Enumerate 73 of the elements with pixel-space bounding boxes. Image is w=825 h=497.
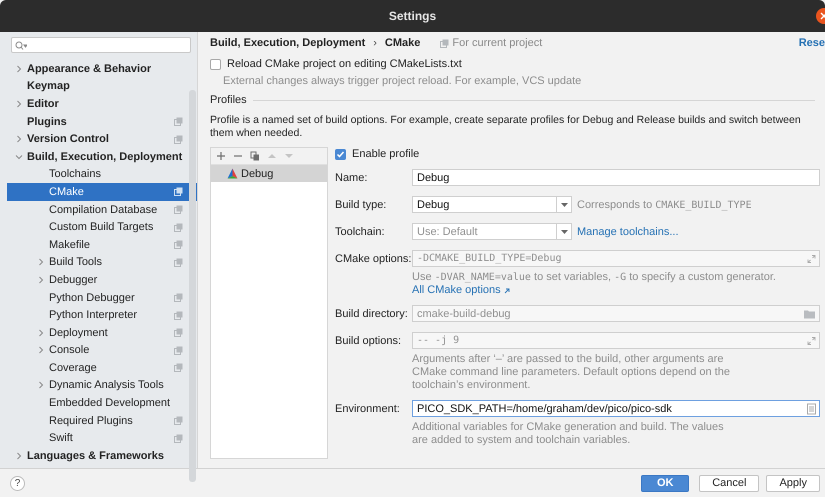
checkbox-label: Reload CMake project on editing CMakeLists.txt [227, 58, 462, 70]
dialog-button[interactable]: OK [641, 474, 690, 492]
hint-text: Additional variables for CMake generation and build. The values are added to system and toolchain variables. [412, 421, 725, 447]
scrollbar[interactable] [189, 90, 196, 482]
description-text: Profile is a named set of build options. For example, create separate profiles for Debug and Release builds and switch between them when needed. [210, 114, 802, 140]
field-label: Build type: [335, 198, 388, 210]
sidebar-item[interactable]: Dynamic Analysis Tools [7, 376, 197, 394]
dialog-button[interactable]: Apply [766, 474, 820, 492]
sidebar-item[interactable]: Languages & Frameworks [7, 447, 197, 465]
sidebar-item[interactable]: Editor [7, 95, 197, 113]
input-field[interactable]: cmake-build-debug [412, 305, 820, 322]
triangle-icon [227, 168, 238, 179]
window-title: Settings [388, 9, 436, 23]
input-field[interactable]: PICO_SDK_PATH=/home/graham/dev/pico/pico-sdk [412, 400, 820, 417]
sidebar-item[interactable]: Plugins [7, 112, 197, 130]
hint-text: External changes always trigger project reload. For example, VCS update [223, 75, 582, 87]
document-icon [807, 403, 816, 414]
sidebar-item[interactable]: Python Debugger [7, 288, 197, 306]
section-title: Profiles [210, 94, 247, 106]
field-label: Build options: [335, 334, 402, 346]
search-field[interactable] [11, 37, 191, 53]
sidebar-item[interactable]: Embedded Development [7, 394, 197, 412]
sidebar-item[interactable]: Swift [7, 429, 197, 448]
breadcrumb: CMake [384, 37, 420, 49]
sidebar-item[interactable]: Appearance & Behavior [7, 60, 197, 78]
field-label: CMake options: [335, 252, 412, 264]
dropdown-arrow-icon [560, 230, 568, 234]
breadcrumb: Build, Execution, Deployment [210, 37, 366, 49]
external-link-icon [504, 288, 510, 294]
checkbox-label: Enable profile [352, 148, 420, 160]
copy-icon[interactable] [250, 151, 260, 161]
help-button[interactable]: ? [10, 476, 25, 490]
field-label: Name: [335, 172, 368, 184]
breadcrumb-separator: › [373, 37, 377, 49]
expand-icon [807, 336, 816, 345]
reset-link[interactable]: Rese [798, 37, 825, 49]
dropdown-arrow-icon [560, 202, 568, 206]
project-icon [440, 38, 450, 48]
field-label: Environment: [335, 402, 401, 414]
dropdown[interactable]: Debug [412, 196, 572, 213]
sidebar-item[interactable]: Deployment [7, 324, 197, 342]
sidebar-item[interactable]: CMake [7, 183, 197, 201]
checkbox[interactable] [335, 148, 346, 160]
input-field[interactable]: -- -j 9 [412, 332, 820, 349]
profile-item[interactable]: Debug [211, 165, 327, 182]
checkbox[interactable] [210, 58, 221, 70]
sidebar-item[interactable]: Required Plugins [7, 412, 197, 430]
sidebar-item[interactable]: Compilation Database [7, 200, 197, 218]
scope-label: For current project [452, 37, 542, 49]
manage-toolchains-link[interactable]: Manage toolchains... [577, 226, 679, 238]
expand-icon [807, 254, 816, 263]
plus-icon[interactable] [216, 151, 226, 161]
sidebar-item[interactable]: Keymap [7, 78, 197, 96]
dialog-button[interactable]: Cancel [699, 474, 760, 492]
field-note: Corresponds to CMAKE_BUILD_TYPE [577, 198, 752, 210]
sidebar-item[interactable]: Custom Build Targets [7, 218, 197, 236]
field-label: Build directory: [335, 308, 409, 320]
sidebar-item[interactable]: Coverage [7, 359, 197, 377]
search-icon [15, 40, 27, 50]
cmake-options-link[interactable]: All CMake options [412, 284, 501, 297]
field-label: Toolchain: [335, 226, 386, 238]
sidebar-item[interactable]: Python Interpreter [7, 306, 197, 324]
input-field[interactable]: -DCMAKE_BUILD_TYPE=Debug [412, 250, 820, 267]
sidebar-item[interactable]: Version Control [7, 130, 197, 148]
sidebar-item[interactable]: Debugger [7, 271, 197, 289]
input-field[interactable]: Debug [412, 169, 820, 186]
sidebar-item[interactable]: Console [7, 342, 197, 360]
hint-text: Arguments after ‘–’ are passed to the build, other arguments are CMake command line parameters. Default options depend on the toolchain’s environment. [412, 353, 731, 392]
sidebar-item[interactable]: Makefile [7, 236, 197, 254]
sidebar-item[interactable]: Build Tools [7, 254, 197, 272]
sidebar-item[interactable]: Toolchains [7, 166, 197, 184]
sidebar-item[interactable]: Build, Execution, Deployment [7, 148, 197, 166]
hint-text: Use -DVAR_NAME=value to set variables, -G to specify a custom generator. [412, 271, 777, 284]
